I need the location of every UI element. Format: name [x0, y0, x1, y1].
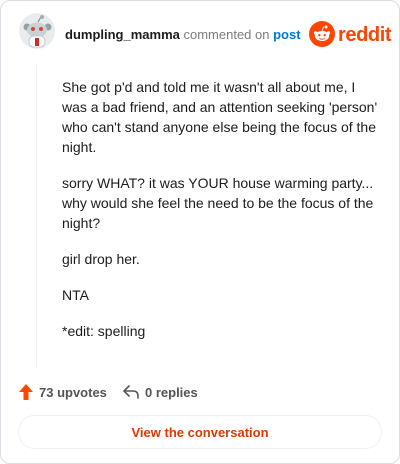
replies-label: 0 replies: [145, 384, 198, 400]
user-avatar[interactable]: [19, 13, 55, 49]
snoo-avatar-icon: [19, 13, 55, 49]
upvotes-label: 73 upvotes: [39, 384, 107, 400]
view-conversation-button[interactable]: View the conversation: [18, 415, 382, 449]
comment-paragraph: girl drop her.: [62, 251, 140, 267]
post-link[interactable]: post: [273, 27, 300, 42]
upvotes-count[interactable]: 73 upvotes: [19, 381, 107, 403]
reddit-alien-icon: [309, 21, 335, 47]
reddit-wordmark: reddit: [338, 24, 392, 46]
reply-arrow-icon: [123, 385, 139, 399]
commented-on-text: commented on: [183, 27, 270, 42]
comment-embed-card: dumpling_mamma commented on post reddit …: [0, 0, 400, 464]
comment-paragraph: She got p'd and told me it wasn't all ab…: [62, 79, 378, 155]
comment-body: She got p'd and told me it wasn't all ab…: [62, 77, 382, 357]
reddit-logo[interactable]: reddit: [309, 19, 392, 49]
replies-count[interactable]: 0 replies: [123, 381, 198, 403]
username-link[interactable]: dumpling_mamma: [65, 27, 180, 42]
comment-paragraph: NTA: [62, 287, 89, 303]
comment-paragraph: sorry WHAT? it was YOUR house warming pa…: [62, 175, 374, 231]
thread-line: [36, 65, 37, 367]
comment-byline: dumpling_mamma commented on post: [65, 27, 301, 43]
comment-header: dumpling_mamma commented on post reddit: [1, 1, 399, 65]
comment-paragraph: *edit: spelling: [62, 323, 146, 339]
upvote-arrow-icon: [19, 384, 33, 400]
